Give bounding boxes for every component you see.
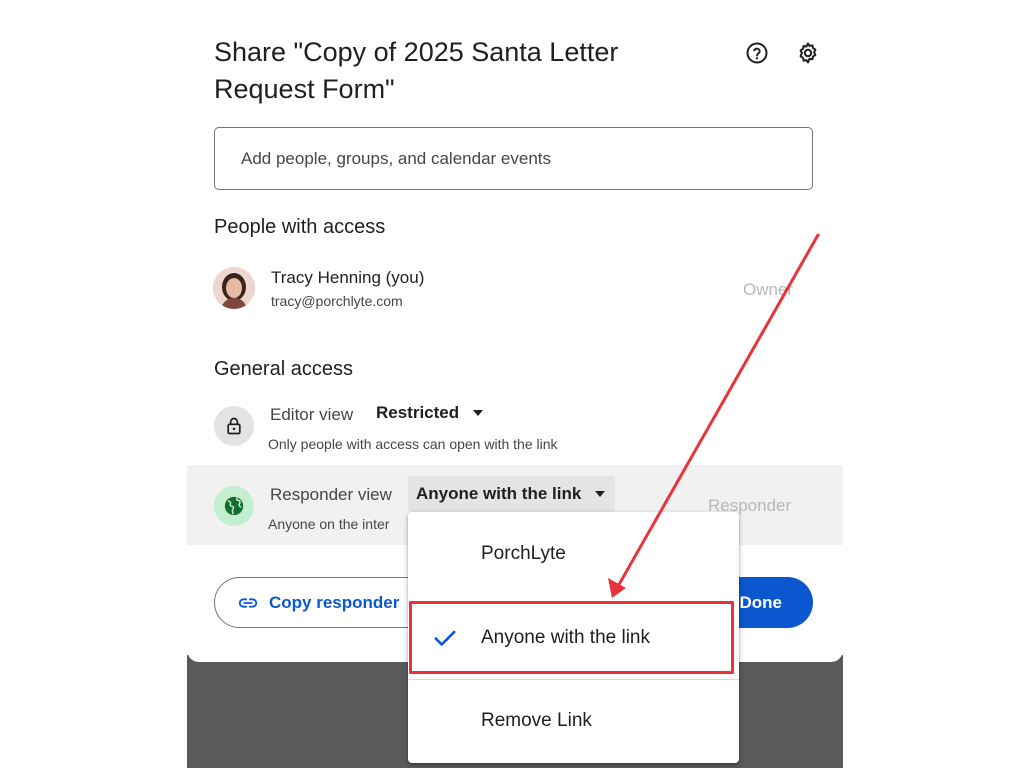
globe-icon <box>214 486 254 526</box>
person-name: Tracy Henning (you) <box>271 268 425 287</box>
menu-item-remove-link[interactable]: Remove Link <box>408 691 739 751</box>
help-icon[interactable] <box>744 40 770 66</box>
menu-item-label: Anyone with the link <box>481 627 650 648</box>
lock-icon <box>214 406 254 446</box>
responder-view-description: Anyone on the inter <box>268 516 390 532</box>
menu-item-anyone-with-link[interactable]: Anyone with the link <box>408 608 739 668</box>
link-icon <box>238 597 258 608</box>
add-people-input[interactable]: Add people, groups, and calendar events <box>214 127 813 190</box>
responder-access-value: Anyone with the link <box>416 484 582 503</box>
menu-item-label: Remove Link <box>481 710 592 731</box>
restricted-value: Restricted <box>376 403 460 422</box>
responder-access-dropdown[interactable]: Anyone with the link <box>408 476 616 512</box>
caret-down-icon <box>595 491 606 497</box>
restricted-dropdown[interactable]: Restricted <box>376 403 484 423</box>
dialog-title: Share "Copy of 2025 Santa Letter Request… <box>214 37 619 104</box>
responder-view-label: Responder view <box>270 485 392 504</box>
editor-view-description: Only people with access can open with th… <box>268 436 558 452</box>
general-access-heading: General access <box>214 358 353 380</box>
screenshot-stage: Share "Copy of 2025 Santa Letter Request… <box>0 0 1024 768</box>
people-with-access-heading: People with access <box>214 216 386 238</box>
menu-item-porchlyte[interactable]: PorchLyte <box>408 524 739 584</box>
menu-divider <box>408 679 739 680</box>
checkmark-icon <box>434 630 456 646</box>
owner-role-label: Owner <box>743 280 794 299</box>
person-email: tracy@porchlyte.com <box>271 293 403 309</box>
gear-icon[interactable] <box>795 40 821 66</box>
caret-down-icon <box>473 410 484 416</box>
menu-item-label: PorchLyte <box>481 543 566 564</box>
add-people-placeholder: Add people, groups, and calendar events <box>241 148 552 168</box>
avatar <box>213 267 255 309</box>
responder-access-menu: PorchLyte Anyone with the link Remove Li… <box>408 512 739 763</box>
editor-view-label: Editor view <box>270 405 354 424</box>
copy-button-label: Copy responder <box>269 592 400 612</box>
done-button-label: Done <box>739 592 783 612</box>
